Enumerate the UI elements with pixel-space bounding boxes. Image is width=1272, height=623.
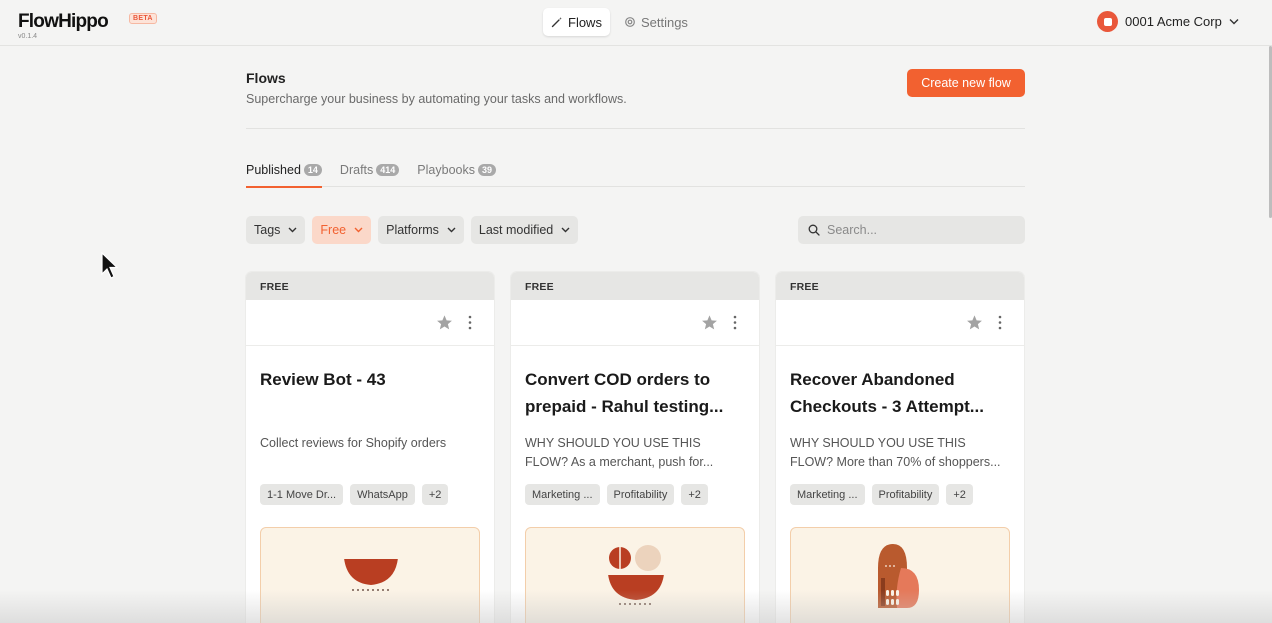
fruit-bowl-illustration [608, 545, 664, 605]
star-icon[interactable] [701, 314, 718, 331]
card-illustration [790, 527, 1010, 623]
card-badge: FREE [776, 272, 1024, 300]
card-illustration [525, 527, 745, 623]
card-actions [776, 300, 1024, 346]
chevron-down-icon [1229, 19, 1239, 25]
card-description: WHY SHOULD YOU USE THIS FLOW? As a merch… [525, 436, 714, 469]
wand-icon [551, 17, 562, 28]
card-tags: Marketing ... Profitability +2 [525, 484, 708, 505]
flow-cards: FREE Review Bot - 43 Collect reviews for… [246, 272, 1024, 623]
beta-badge: BETA [129, 13, 157, 24]
more-options-icon[interactable] [467, 315, 473, 330]
account-name: 0001 Acme Corp [1125, 14, 1222, 29]
create-new-flow-button[interactable]: Create new flow [907, 69, 1025, 97]
card-badge: FREE [246, 272, 494, 300]
filter-bar: Tags Free Platforms Last modified [246, 216, 579, 244]
tag-chip[interactable]: +2 [681, 484, 708, 505]
card-description: WHY SHOULD YOU USE THIS FLOW? More than … [790, 436, 1001, 469]
tab-count: 414 [376, 164, 400, 176]
card-title: Review Bot - 43 [260, 370, 386, 389]
bowl-illustration [344, 557, 398, 591]
tag-chip[interactable]: +2 [946, 484, 973, 505]
tab-playbooks[interactable]: Playbooks 39 [417, 163, 496, 187]
page-title: Flows [246, 70, 286, 86]
card-description: Collect reviews for Shopify orders [260, 436, 447, 450]
filter-free-dropdown[interactable]: Free [312, 216, 372, 244]
star-icon[interactable] [966, 314, 983, 331]
card-illustration [260, 527, 480, 623]
logo[interactable]: FlowHippo BETA [18, 11, 157, 33]
tab-label: Drafts [339, 163, 374, 177]
filter-label: Platforms [386, 223, 439, 237]
nav-tab-settings[interactable]: Settings [616, 8, 696, 36]
header-divider [246, 128, 1025, 129]
filter-last-modified-dropdown[interactable]: Last modified [470, 216, 579, 244]
filter-label: Free [320, 223, 347, 237]
chevron-down-icon [447, 227, 456, 233]
filter-label: Tags [254, 223, 281, 237]
tab-label: Published [246, 163, 301, 177]
logo-text: FlowHippo [18, 11, 109, 32]
nav-tab-label: Settings [640, 14, 688, 30]
filter-label: Last modified [478, 223, 554, 237]
search-icon [808, 224, 820, 236]
filter-platforms-dropdown[interactable]: Platforms [378, 216, 464, 244]
search-box[interactable] [798, 216, 1025, 244]
flow-card[interactable]: FREE Review Bot - 43 Collect reviews for… [246, 272, 494, 623]
app-version: v0.1.4 [18, 33, 38, 40]
top-bar: FlowHippo BETA v0.1.4 Flows Settings 000… [0, 0, 1272, 46]
account-avatar [1097, 11, 1118, 32]
page-subtitle: Supercharge your business by automating … [246, 92, 627, 106]
tag-chip[interactable]: Profitability [871, 484, 940, 505]
tab-drafts[interactable]: Drafts 414 [339, 163, 400, 187]
chevron-down-icon [288, 227, 297, 233]
tag-chip[interactable]: Marketing ... [790, 484, 865, 505]
tab-label: Playbooks [417, 163, 475, 177]
nav-tab-flows[interactable]: Flows [543, 8, 610, 36]
flow-card[interactable]: FREE Recover Abandoned Checkouts - 3 Att… [776, 272, 1024, 623]
more-options-icon[interactable] [997, 315, 1003, 330]
chevron-down-icon [561, 227, 570, 233]
tag-chip[interactable]: WhatsApp [350, 484, 415, 505]
tab-count: 39 [477, 164, 496, 176]
mouse-cursor-icon [101, 252, 119, 279]
flow-tabs: Published 14 Drafts 414 Playbooks 39 [246, 163, 1025, 188]
flow-card[interactable]: FREE Convert COD orders to prepaid - Rah… [511, 272, 759, 623]
card-badge: FREE [511, 272, 759, 300]
star-icon[interactable] [436, 314, 453, 331]
search-input[interactable] [827, 223, 1007, 237]
tag-chip[interactable]: +2 [421, 484, 449, 505]
tab-published[interactable]: Published 14 [246, 163, 322, 188]
card-tags: Marketing ... Profitability +2 [790, 484, 973, 505]
filter-tags-dropdown[interactable]: Tags [246, 216, 306, 244]
main-nav: Flows Settings [543, 8, 696, 36]
card-actions [511, 300, 759, 346]
card-title: Convert COD orders to prepaid - Rahul te… [525, 370, 724, 416]
account-switcher[interactable]: 0001 Acme Corp [1097, 11, 1239, 32]
tag-chip[interactable]: 1-1 Move Dr... [260, 484, 344, 505]
tab-count: 14 [303, 164, 322, 176]
card-tags: 1-1 Move Dr... WhatsApp +2 [260, 484, 449, 505]
nav-tab-label: Flows [568, 14, 602, 30]
card-title: Recover Abandoned Checkouts - 3 Attempt.… [790, 370, 984, 416]
tag-chip[interactable]: Marketing ... [525, 484, 600, 505]
more-options-icon[interactable] [732, 315, 738, 330]
chevron-down-icon [354, 227, 363, 233]
tag-chip[interactable]: Profitability [606, 484, 675, 505]
gear-icon [625, 17, 635, 27]
card-actions [246, 300, 494, 346]
figure-illustration [878, 544, 919, 608]
